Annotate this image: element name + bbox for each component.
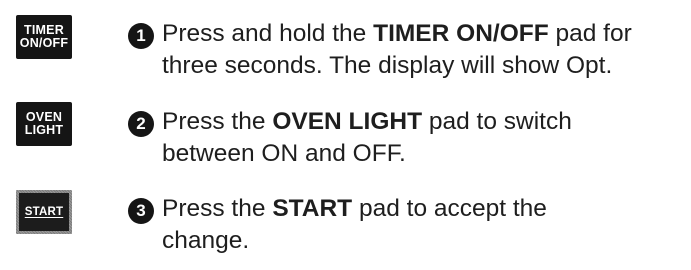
step-2-bold: OVEN LIGHT xyxy=(272,108,423,135)
step-number-2: 2 xyxy=(128,111,154,137)
step-2: OVEN LIGHT 2 Press the OVEN LIGHT pad to… xyxy=(0,90,691,180)
timer-pad-label-line2: ON/OFF xyxy=(19,36,69,50)
step-1-line-2: three seconds. The display will show Opt… xyxy=(162,52,613,79)
step-number-3: 3 xyxy=(128,198,154,224)
start-pad[interactable]: START xyxy=(16,190,72,234)
step-1-bold: TIMER ON/OFF xyxy=(373,20,549,47)
step-1-suffix: pad for xyxy=(548,20,632,47)
step-3-line-1: Press the START pad to accept the xyxy=(162,193,691,225)
step-3-bold: START xyxy=(272,195,353,222)
step-3-text: Press the START pad to accept the change… xyxy=(162,193,691,257)
start-pad-label: START xyxy=(24,205,64,218)
step-1-line-1: Press and hold the TIMER ON/OFF pad for xyxy=(162,18,691,50)
timer-on-off-pad[interactable]: TIMER ON/OFF xyxy=(16,15,72,59)
step-number-1: 1 xyxy=(128,23,154,49)
step-2-suffix: pad to switch xyxy=(422,108,572,135)
oven-light-pad[interactable]: OVEN LIGHT xyxy=(16,102,72,146)
oven-light-pad-label-line2: LIGHT xyxy=(24,123,64,137)
step-3: START 3 Press the START pad to accept th… xyxy=(0,180,691,270)
step-3-prefix: Press the xyxy=(162,195,273,222)
step-1-prefix: Press and hold the xyxy=(162,20,374,47)
step-3-suffix: pad to accept the xyxy=(352,195,547,222)
start-pad-face: START xyxy=(19,193,69,231)
step-2-prefix: Press the xyxy=(162,108,273,135)
step-1: TIMER ON/OFF 1 Press and hold the TIMER … xyxy=(0,0,691,90)
step-2-line-1: Press the OVEN LIGHT pad to switch xyxy=(162,106,691,138)
step-2-line-2: between ON and OFF. xyxy=(162,140,406,167)
step-3-line-2: change. xyxy=(162,227,250,254)
step-2-text: Press the OVEN LIGHT pad to switch betwe… xyxy=(162,106,691,170)
step-1-text: Press and hold the TIMER ON/OFF pad for … xyxy=(162,18,691,82)
